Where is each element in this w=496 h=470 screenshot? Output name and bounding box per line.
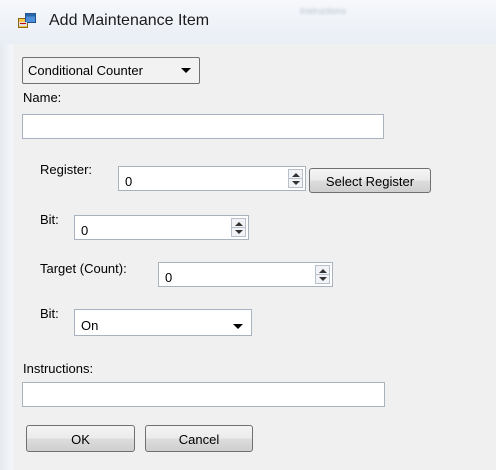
app-window-icon bbox=[18, 13, 36, 28]
title-bar[interactable]: Add Maintenance Item Instructions bbox=[0, 0, 496, 45]
register-label: Register: bbox=[40, 162, 93, 177]
chevron-down-icon bbox=[233, 324, 243, 329]
item-type-dropdown[interactable]: Conditional Counter bbox=[22, 57, 200, 84]
target-count-label: Target (Count): bbox=[40, 261, 127, 276]
register-input[interactable]: 0 bbox=[118, 166, 306, 191]
cancel-button[interactable]: Cancel bbox=[145, 425, 253, 452]
spin-up-icon[interactable] bbox=[232, 219, 245, 228]
bit-state-value: On bbox=[81, 318, 99, 333]
background-window-tab: Instructions bbox=[300, 6, 347, 16]
instructions-label: Instructions: bbox=[23, 361, 94, 376]
select-register-label: Select Register bbox=[325, 174, 415, 189]
bit-value: 0 bbox=[81, 223, 89, 238]
select-register-button[interactable]: Select Register bbox=[309, 168, 431, 193]
bit-state-dropdown[interactable]: On bbox=[74, 309, 252, 336]
spin-up-icon[interactable] bbox=[289, 170, 302, 179]
ok-label: OK bbox=[71, 432, 90, 447]
window-title: Add Maintenance Item bbox=[49, 12, 210, 29]
bit-label: Bit: bbox=[40, 212, 59, 227]
bit-input[interactable]: 0 bbox=[74, 215, 249, 240]
bit-spinner[interactable] bbox=[231, 218, 246, 237]
target-count-spinner[interactable] bbox=[315, 265, 330, 284]
spin-up-icon[interactable] bbox=[316, 266, 329, 275]
cancel-label: Cancel bbox=[178, 432, 220, 447]
window-left-edge bbox=[0, 44, 13, 470]
dialog-body: Conditional Counter Name: Register: 0 Se… bbox=[13, 44, 496, 470]
target-count-value: 0 bbox=[165, 270, 173, 285]
name-field[interactable] bbox=[22, 114, 384, 139]
register-value: 0 bbox=[125, 174, 133, 189]
target-count-input[interactable]: 0 bbox=[158, 262, 333, 287]
register-spinner[interactable] bbox=[288, 169, 303, 188]
spin-down-icon[interactable] bbox=[289, 179, 302, 188]
item-type-value: Conditional Counter bbox=[28, 63, 143, 78]
bit-state-label: Bit: bbox=[40, 306, 59, 321]
spin-down-icon[interactable] bbox=[232, 228, 245, 237]
spin-down-icon[interactable] bbox=[316, 275, 329, 284]
instructions-field[interactable] bbox=[22, 382, 385, 407]
name-label: Name: bbox=[23, 90, 62, 105]
chevron-down-icon bbox=[181, 68, 191, 73]
ok-button[interactable]: OK bbox=[26, 425, 135, 452]
